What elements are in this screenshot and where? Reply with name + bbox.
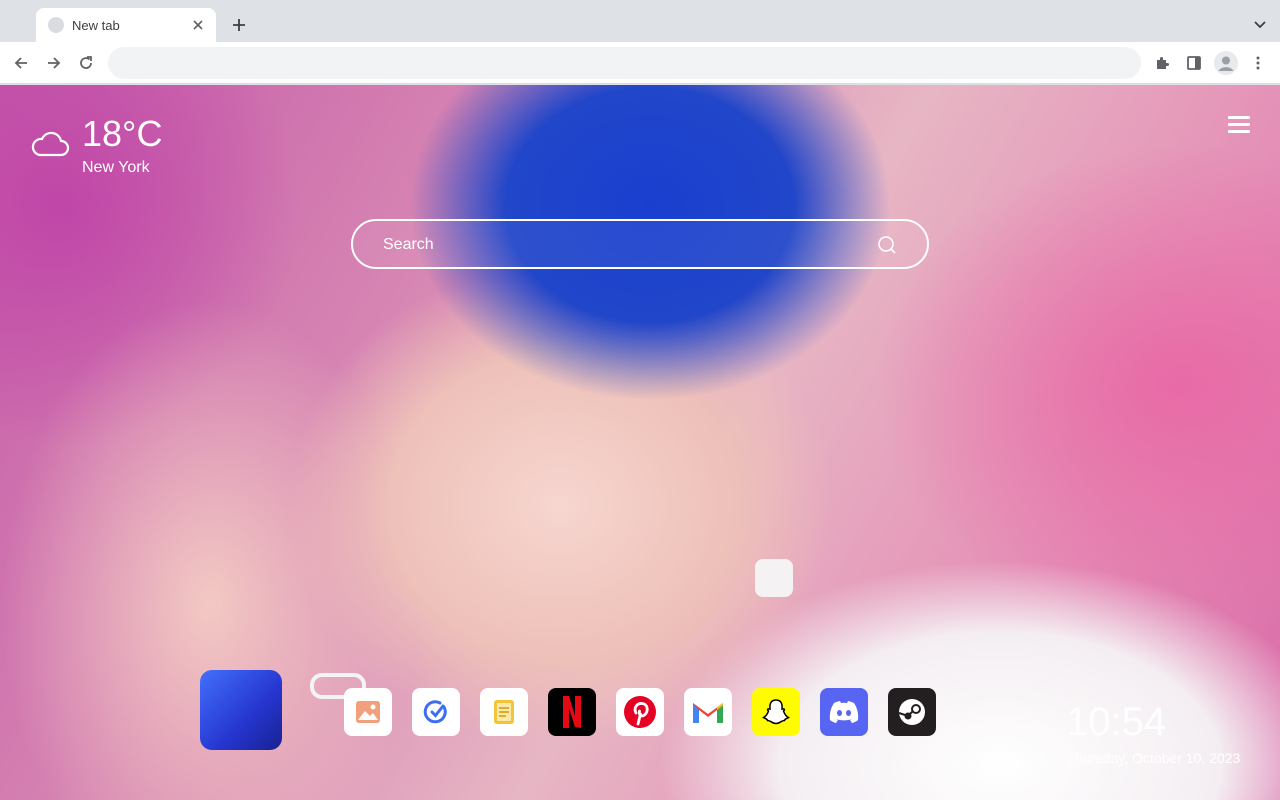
shortcut-steam[interactable] [888, 688, 936, 736]
side-panel-button[interactable] [1182, 51, 1206, 75]
cloud-icon [31, 131, 70, 157]
shortcuts-dock [344, 688, 936, 736]
tab-strip: New tab [0, 0, 1280, 42]
shortcut-netflix[interactable] [548, 688, 596, 736]
notes-icon [494, 700, 514, 724]
search-box[interactable] [351, 219, 929, 269]
extensions-button[interactable] [1150, 51, 1174, 75]
page-menu-button[interactable] [1228, 116, 1250, 134]
shortcut-notes[interactable] [480, 688, 528, 736]
forward-button[interactable] [42, 51, 66, 75]
clock-time: 10:54 [1066, 700, 1167, 744]
shortcut-snapchat[interactable] [752, 688, 800, 736]
check-circle-icon [423, 700, 447, 724]
browser-menu-button[interactable] [1246, 51, 1270, 75]
shortcut-discord[interactable] [820, 688, 868, 736]
profile-avatar[interactable] [1214, 51, 1238, 75]
side-panel-icon [1187, 56, 1201, 70]
wallpaper-earring-decoration [755, 559, 793, 597]
chevron-down-icon [1254, 21, 1266, 29]
arrow-left-icon [14, 57, 27, 69]
browser-toolbar [0, 42, 1280, 84]
city-name: New York [82, 159, 150, 176]
tab-search-button[interactable] [1252, 16, 1268, 32]
image-icon [356, 701, 380, 723]
search-input[interactable] [383, 233, 863, 257]
shortcut-wallpapers[interactable] [344, 688, 392, 736]
shortcut-gmail[interactable] [684, 688, 732, 736]
puzzle-icon [1157, 57, 1169, 69]
hamburger-icon [1228, 116, 1250, 119]
plus-icon [233, 19, 245, 31]
shortcut-pinterest[interactable] [616, 688, 664, 736]
arrow-right-icon [48, 57, 61, 69]
more-vertical-icon [1256, 56, 1260, 70]
search-icon[interactable] [877, 235, 897, 255]
shortcut-tasks[interactable] [412, 688, 460, 736]
back-button[interactable] [9, 51, 33, 75]
user-icon [1214, 51, 1238, 75]
new-tab-button[interactable] [228, 14, 250, 36]
reload-icon [80, 56, 92, 69]
clock-date: Thursday, October 10, 2023 [1067, 750, 1241, 766]
close-icon [193, 20, 203, 30]
snapchat-icon [762, 699, 790, 725]
tab-close-button[interactable] [188, 15, 208, 35]
wallpaper-ring-decoration [200, 670, 282, 750]
temperature: 18°C [82, 113, 163, 154]
tab-favicon-icon [48, 17, 64, 33]
tab-new-tab[interactable]: New tab [36, 8, 216, 42]
gmail-icon [693, 703, 723, 723]
reload-button[interactable] [74, 51, 98, 75]
pinterest-icon [624, 696, 656, 728]
netflix-icon [563, 696, 581, 728]
discord-icon [829, 701, 859, 723]
steam-icon [898, 699, 925, 725]
address-bar[interactable] [108, 47, 1141, 79]
tab-title: New tab [72, 17, 120, 33]
